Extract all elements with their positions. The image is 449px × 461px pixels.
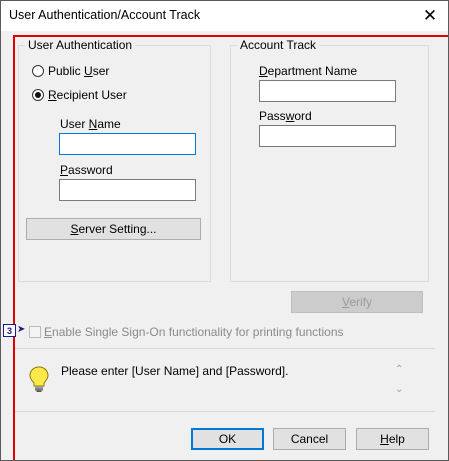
step-marker-number: 3	[6, 326, 12, 336]
title-bar: User Authentication/Account Track ✕	[1, 1, 448, 31]
account-password-input[interactable]	[259, 125, 396, 147]
user-name-input[interactable]	[59, 133, 196, 155]
sso-label: Enable Single Sign-On functionality for …	[44, 325, 344, 339]
server-setting-button[interactable]: Server Setting...	[26, 218, 201, 240]
department-name-input[interactable]	[259, 80, 396, 102]
public-user-radio[interactable]	[32, 65, 44, 77]
window-title: User Authentication/Account Track	[9, 8, 201, 22]
scroll-up-icon[interactable]: ⌃	[395, 364, 403, 375]
message-area: Please enter [User Name] and [Password].…	[15, 349, 435, 411]
cancel-button[interactable]: Cancel	[273, 428, 346, 450]
department-name-label: Department Name	[259, 64, 358, 78]
dialog-window: User Authentication/Account Track ✕ User…	[0, 0, 449, 461]
message-text: Please enter [User Name] and [Password].	[61, 364, 289, 378]
user-password-label: Password	[60, 163, 113, 177]
user-name-label: User Name	[60, 117, 121, 131]
verify-button[interactable]: Verify	[291, 291, 423, 313]
help-button[interactable]: Help	[356, 428, 429, 450]
radio-selected-dot	[35, 92, 41, 98]
sso-checkbox[interactable]	[29, 326, 41, 338]
account-password-label: Password	[259, 109, 312, 123]
scroll-down-icon[interactable]: ⌄	[395, 384, 403, 395]
close-icon[interactable]: ✕	[416, 2, 444, 30]
user-authentication-label: User Authentication	[25, 38, 136, 52]
lightbulb-icon	[29, 366, 49, 392]
user-password-input[interactable]	[59, 179, 196, 201]
ok-button[interactable]: OK	[191, 428, 264, 450]
message-bottom-divider	[15, 411, 435, 412]
recipient-user-label[interactable]: Recipient User	[48, 88, 127, 102]
pointer-arrow-icon: ➤	[17, 324, 26, 335]
recipient-user-radio[interactable]	[32, 89, 44, 101]
user-authentication-group: User Authentication	[18, 38, 211, 282]
account-track-label: Account Track	[237, 38, 320, 52]
step-marker-icon: 3	[3, 324, 16, 337]
public-user-label[interactable]: Public User	[48, 64, 109, 78]
